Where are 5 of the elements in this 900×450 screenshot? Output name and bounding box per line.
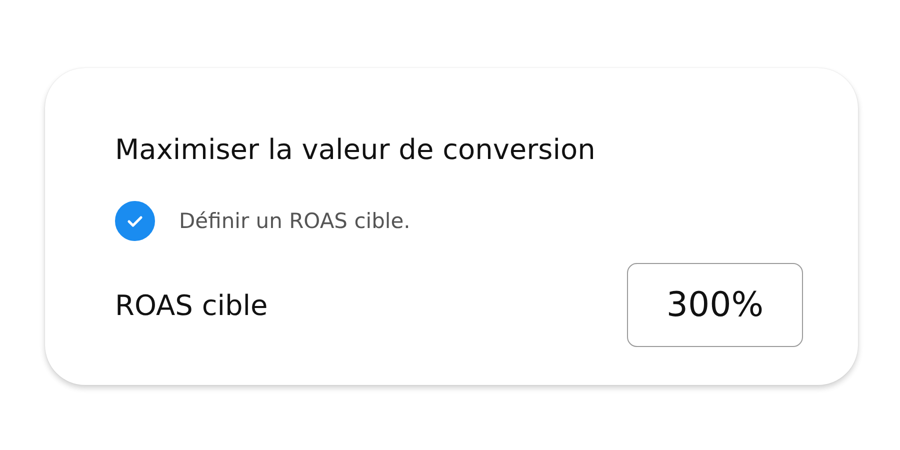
roas-input-field[interactable]: 300% <box>627 263 803 347</box>
checkbox[interactable] <box>115 201 155 241</box>
checkbox-label: Définir un ROAS cible. <box>179 209 410 233</box>
card-title: Maximiser la valeur de conversion <box>115 132 596 168</box>
field-label: ROAS cible <box>115 288 268 322</box>
